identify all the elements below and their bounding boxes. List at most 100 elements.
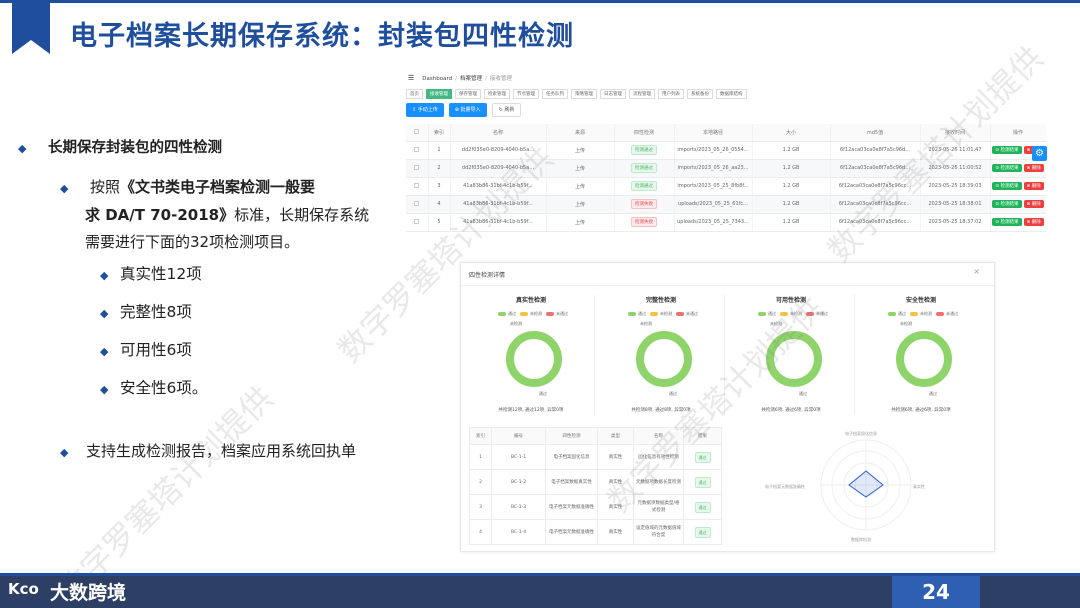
table-row: 4 BC-1-4 电子档案元数据准确性 真实性 设定值域的元数据值域符合度 通过 bbox=[469, 519, 722, 545]
tab-preserve[interactable]: 保存管理 bbox=[455, 89, 481, 99]
svg-text:真实性: 真实性 bbox=[913, 483, 925, 489]
panel-title: 完整性检测 bbox=[645, 297, 676, 304]
table-header: 索引 编号 四性检测 类型 名称 结果 bbox=[469, 427, 722, 445]
four-property-detail-dialog: 四性检测详情 × 真实性检测 通过 未检测 未通过 未检测 通过 共检测12项, 通… bbox=[460, 262, 995, 552]
view-result-button[interactable]: ⊙ 检测结果 bbox=[992, 146, 1022, 154]
delete-button[interactable]: ⊗ 删除 bbox=[1023, 164, 1044, 172]
diamond-icon: ◆ bbox=[60, 446, 69, 459]
column-header[interactable] bbox=[406, 124, 429, 142]
batch-import-button[interactable]: ⊕ 批量导入 bbox=[448, 103, 487, 117]
panel-title: 真实性检测 bbox=[515, 297, 546, 304]
tab-home[interactable]: 首页 bbox=[406, 89, 423, 99]
integrity-panel: 完整性检测 通过 未检测 未通过 未检测 通过 共检测8项, 通过8项, 异常0项 bbox=[599, 293, 723, 419]
bullet-item: ◆ 可用性6项 bbox=[100, 341, 192, 359]
column-header: 结果 bbox=[683, 427, 722, 445]
status-badge: 检测通过 bbox=[631, 145, 657, 155]
archive-table: 索引 名称 来源 四性检测 本地路径 大小 md5值 接收时间 操作 1 dd2… bbox=[406, 124, 1046, 232]
legend: 通过 未检测 未通过 bbox=[599, 311, 723, 317]
top-rule bbox=[0, 0, 1080, 3]
column-header: 接收时间 bbox=[920, 124, 991, 142]
table-row[interactable]: 1 dd2f035e0-8209-4040-b5a... 上传 检测通过 imp… bbox=[406, 141, 1046, 160]
column-header: 编号 bbox=[491, 427, 546, 445]
bullet-level2: ◆ 按照《文书类电子档案检测一般要 求 DA/T 70-2018》标准，长期保存系… bbox=[60, 174, 380, 256]
tab-users[interactable]: 用户列表 bbox=[658, 89, 684, 99]
upload-button[interactable]: ⇧ 手动上传 bbox=[406, 103, 444, 117]
row-checkbox[interactable] bbox=[414, 182, 420, 188]
panel-summary: 共检测8项, 通过8项, 异常0项 bbox=[631, 408, 691, 413]
status-badge: 通过 bbox=[694, 451, 711, 463]
bullet-item: ◆ 安全性6项。 bbox=[100, 379, 208, 397]
tab-queue[interactable]: 任务队列 bbox=[542, 89, 568, 99]
delete-button[interactable]: ⊗ 删除 bbox=[1023, 200, 1044, 208]
view-result-button[interactable]: ⊙ 检测结果 bbox=[992, 182, 1022, 190]
refresh-button[interactable]: ↻ 刷新 bbox=[491, 103, 522, 117]
diamond-icon: ◆ bbox=[100, 383, 109, 396]
bookmark-icon bbox=[12, 0, 50, 54]
radar-series bbox=[848, 470, 884, 498]
donut-chart bbox=[636, 331, 692, 387]
status-badge: 通过 bbox=[694, 526, 711, 538]
close-icon[interactable]: × bbox=[973, 267, 980, 276]
tab-backup[interactable]: 系统备份 bbox=[687, 89, 713, 99]
brand-name: 大数跨境 bbox=[50, 582, 127, 604]
panel-summary: 共检测12项, 通过12项, 异常0项 bbox=[498, 408, 564, 413]
authenticity-panel: 真实性检测 通过 未检测 未通过 未检测 通过 共检测12项, 通过12项, 异常0… bbox=[469, 293, 593, 419]
row-checkbox[interactable] bbox=[414, 164, 420, 170]
breadcrumb: ☰ Dashboard / 档案管理 / 接收管理 bbox=[408, 74, 512, 82]
table-row[interactable]: 2 dd2f035e0-8209-4040-b5a... 上传 检测通过 imp… bbox=[406, 159, 1046, 178]
logo: Kco bbox=[8, 580, 39, 598]
check-items-table: 索引 编号 四性检测 类型 名称 结果 1 BC-1-1 电子档案固化信息 真实… bbox=[469, 427, 722, 545]
tab-nodes[interactable]: 节点管理 bbox=[513, 89, 539, 99]
panel-summary: 共检测6项, 通过6项, 异常0项 bbox=[891, 408, 951, 413]
row-checkbox[interactable] bbox=[414, 146, 420, 152]
usability-panel: 可用性检测 通过 未检测 未通过 未检测 通过 共检测6项, 通过6项, 异常0项 bbox=[729, 293, 853, 419]
row-checkbox[interactable] bbox=[414, 200, 420, 206]
tab-bar: 首页 接收管理 保存管理 检索管理 节点管理 任务队列 策略管理 日志管理 流程… bbox=[406, 89, 747, 99]
status-badge: 检测失败 bbox=[631, 199, 657, 209]
tab-policy[interactable]: 策略管理 bbox=[571, 89, 597, 99]
legend: 通过 未检测 未通过 bbox=[729, 311, 853, 317]
svg-text:数据库检测: 数据库检测 bbox=[851, 536, 871, 542]
table-row[interactable]: 3 41a83b86-31bf-4c1b-b59f... 上传 检测通过 imp… bbox=[406, 177, 1046, 196]
tab-logs[interactable]: 日志管理 bbox=[600, 89, 626, 99]
bullet-level1: ◆ 长期保存封装包的四性检测 bbox=[18, 140, 222, 156]
tab-search[interactable]: 检索管理 bbox=[484, 89, 510, 99]
breadcrumb-item[interactable]: 档案管理 bbox=[460, 76, 482, 82]
table-row: 1 BC-1-1 电子档案固化信息 真实性 固化信息有效性检测 通过 bbox=[469, 444, 722, 470]
tab-workflow[interactable]: 流程管理 bbox=[629, 89, 655, 99]
delete-button[interactable]: ⊗ 删除 bbox=[1023, 218, 1044, 226]
breadcrumb-item[interactable]: Dashboard bbox=[422, 76, 452, 82]
legend: 通过 未检测 未通过 bbox=[859, 311, 983, 317]
diamond-icon: ◆ bbox=[60, 182, 69, 195]
column-header: 本地路径 bbox=[674, 124, 753, 142]
status-badge: 通过 bbox=[694, 476, 711, 488]
page-number: 24 bbox=[892, 576, 980, 608]
view-result-button[interactable]: ⊙ 检测结果 bbox=[992, 164, 1022, 172]
table-row[interactable]: 5 41a83b86-31bf-4c1b-b59f... 上传 检测失败 upl… bbox=[406, 213, 1046, 232]
legend: 通过 未检测 未通过 bbox=[469, 311, 593, 317]
view-result-button[interactable]: ⊙ 检测结果 bbox=[992, 218, 1022, 226]
menu-icon[interactable]: ☰ bbox=[408, 74, 414, 82]
security-panel: 安全性检测 通过 未检测 未通过 未检测 通过 共检测6项, 通过6项, 异常0项 bbox=[859, 293, 983, 419]
view-result-button[interactable]: ⊙ 检测结果 bbox=[992, 200, 1022, 208]
donut-chart bbox=[766, 331, 822, 387]
radar-chart: 电子档案固化信息 真实性 数据库检测 电子档案元数据准确性 bbox=[765, 430, 925, 542]
row-checkbox[interactable] bbox=[414, 218, 420, 224]
tab-db-schema[interactable]: 数据库结构 bbox=[716, 89, 747, 99]
column-header: 大小 bbox=[752, 124, 831, 142]
delete-button[interactable]: ⊗ 删除 bbox=[1023, 182, 1044, 190]
diamond-icon: ◆ bbox=[100, 345, 109, 358]
donut-chart bbox=[506, 331, 562, 387]
checkbox[interactable] bbox=[414, 128, 420, 134]
svg-text:电子档案元数据准确性: 电子档案元数据准确性 bbox=[765, 483, 805, 489]
gear-icon[interactable]: ⚙ bbox=[1032, 146, 1047, 161]
column-header: 操作 bbox=[990, 124, 1046, 142]
diamond-icon: ◆ bbox=[100, 269, 109, 282]
column-header: md5值 bbox=[830, 124, 921, 142]
column-header: 名称 bbox=[450, 124, 547, 142]
tab-receive[interactable]: 接收管理 bbox=[426, 89, 452, 99]
column-header: 名称 bbox=[633, 427, 684, 445]
table-row[interactable]: 4 41a83b86-31bf-4c1b-b59f... 上传 检测失败 upl… bbox=[406, 195, 1046, 214]
column-header: 索引 bbox=[469, 427, 492, 445]
table-header: 索引 名称 来源 四性检测 本地路径 大小 md5值 接收时间 操作 bbox=[406, 124, 1046, 142]
